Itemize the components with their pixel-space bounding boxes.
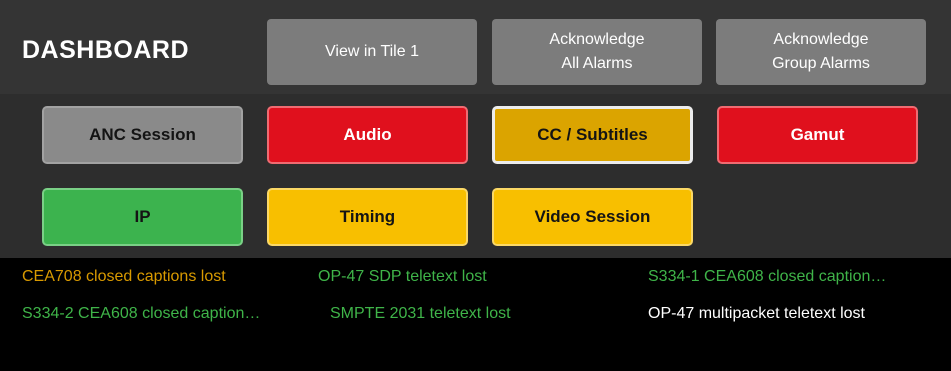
alarm-group-panel: ANC Session Audio CC / Subtitles Gamut I…	[0, 94, 951, 258]
alarm-message: S334-1 CEA608 closed caption…	[648, 268, 887, 285]
acknowledge-group-line2: Group Alarms	[772, 55, 870, 72]
tile-ip-label: IP	[134, 207, 151, 226]
tile-timing[interactable]: Timing	[267, 188, 468, 246]
tile-audio[interactable]: Audio	[267, 106, 468, 164]
alarm-message: CEA708 closed captions lost	[22, 268, 226, 285]
tile-anc-session-label: ANC Session	[89, 125, 196, 144]
alarm-message: OP-47 multipacket teletext lost	[648, 305, 865, 322]
acknowledge-all-line2: All Alarms	[561, 55, 633, 72]
alarm-message: OP-47 SDP teletext lost	[318, 268, 487, 285]
tile-video-session[interactable]: Video Session	[492, 188, 693, 246]
alarm-message: S334-2 CEA608 closed caption…	[22, 305, 261, 322]
tile-video-session-label: Video Session	[534, 207, 651, 226]
acknowledge-all-alarms-button[interactable]: Acknowledge All Alarms	[492, 19, 702, 85]
page-title: DASHBOARD	[22, 36, 189, 64]
alarm-message-list: CEA708 closed captions lost OP-47 SDP te…	[0, 258, 951, 371]
dashboard-header: DASHBOARD View in Tile 1 Acknowledge All…	[0, 0, 951, 94]
acknowledge-group-alarms-button[interactable]: Acknowledge Group Alarms	[716, 19, 926, 85]
alarm-message: SMPTE 2031 teletext lost	[330, 305, 511, 322]
tile-gamut-label: Gamut	[790, 125, 845, 144]
acknowledge-all-line1: Acknowledge	[549, 31, 645, 48]
acknowledge-group-line1: Acknowledge	[773, 31, 869, 48]
tile-ip[interactable]: IP	[42, 188, 243, 246]
tile-cc-subtitles-label: CC / Subtitles	[537, 125, 648, 144]
view-in-tile-label: View in Tile 1	[325, 43, 419, 60]
tile-audio-label: Audio	[343, 125, 392, 144]
dashboard-screen: DASHBOARD View in Tile 1 Acknowledge All…	[0, 0, 951, 371]
tile-anc-session[interactable]: ANC Session	[42, 106, 243, 164]
tile-cc-subtitles[interactable]: CC / Subtitles	[492, 106, 693, 164]
tile-timing-label: Timing	[339, 207, 396, 226]
view-in-tile-button[interactable]: View in Tile 1	[267, 19, 477, 85]
tile-gamut[interactable]: Gamut	[717, 106, 918, 164]
